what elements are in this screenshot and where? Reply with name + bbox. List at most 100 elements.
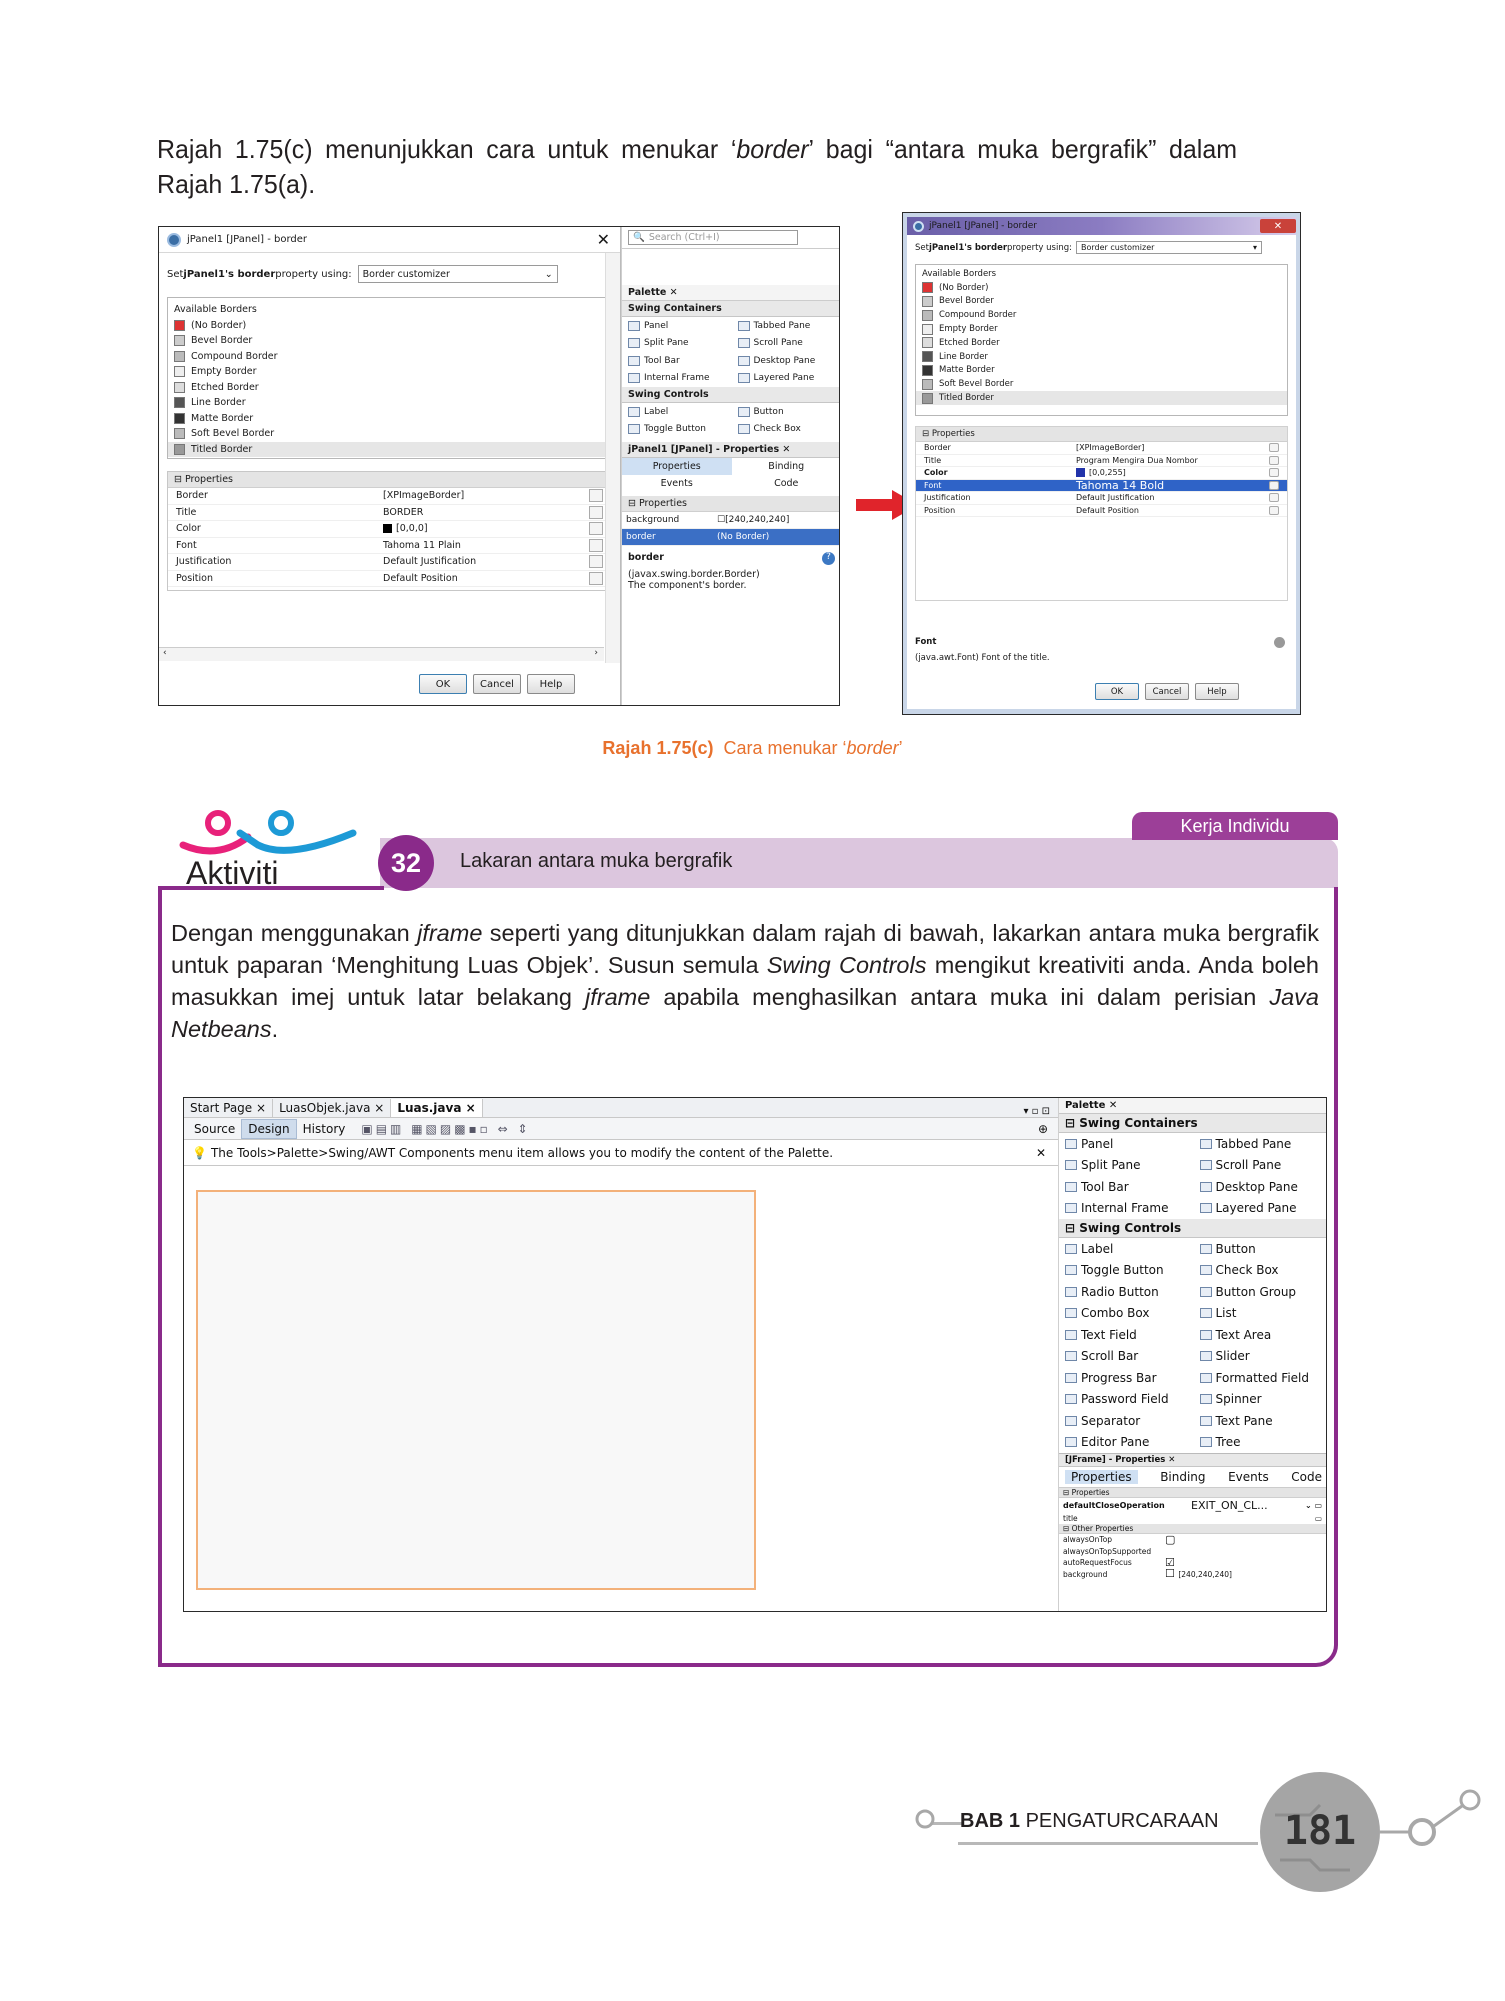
palette-item[interactable]: Radio Button [1059,1281,1194,1303]
property-editor-button[interactable] [589,505,603,519]
palette-item[interactable]: Button [732,403,840,421]
palette-item[interactable]: Layered Pane [1194,1198,1327,1220]
palette-item[interactable]: Progress Bar [1059,1367,1194,1389]
palette-item[interactable]: Spinner [1194,1389,1327,1411]
property-row[interactable]: Justification Default Justification [168,554,611,571]
border-option[interactable]: Empty Border [168,364,611,380]
other-property-row[interactable]: alwaysOnTopSupported [1059,1546,1326,1558]
vertical-scrollbar[interactable] [605,253,620,663]
palette-item[interactable]: Text Area [1194,1324,1327,1346]
palette-item[interactable]: Button Group [1194,1281,1327,1303]
property-editor-button[interactable] [589,522,603,536]
prop-row-default-close[interactable]: defaultCloseOperation EXIT_ON_CL... ⌄ ▭ [1059,1498,1326,1512]
palette-item[interactable]: Check Box [732,421,840,439]
properties-tab[interactable]: jPanel1 [JPanel] - Properties ✕ [622,442,839,458]
property-row[interactable]: Border [XPImageBorder] [916,442,1287,455]
customizer-select[interactable]: Border customizer ⌄ [357,265,558,283]
close-tip-icon[interactable]: ✕ [1036,1146,1046,1160]
border-option[interactable]: Line Border [916,350,1287,364]
palette-item[interactable]: Layered Pane [732,370,840,388]
source-button[interactable]: Source [188,1120,241,1138]
palette-item[interactable]: Tabbed Pane [1194,1133,1327,1155]
tab-code[interactable]: Code [732,475,840,492]
property-editor-button[interactable] [1269,493,1279,503]
properties-tab[interactable]: [JFrame] - Properties ✕ [1059,1453,1326,1467]
palette-item[interactable]: Button [1194,1238,1327,1260]
border-option[interactable]: Soft Bevel Border [168,426,611,442]
border-option[interactable]: Empty Border [916,322,1287,336]
property-editor-button[interactable] [1269,455,1279,465]
palette-item[interactable]: Text Field [1059,1324,1194,1346]
palette-item[interactable]: Separator [1059,1410,1194,1432]
border-option[interactable]: Compound Border [916,308,1287,322]
close-icon[interactable]: ✕ [1260,219,1296,233]
other-property-row[interactable]: alwaysOnTop ▢ [1059,1534,1326,1546]
property-row[interactable]: Color [0,0,0] [168,521,611,538]
palette-item[interactable]: Scroll Pane [1194,1155,1327,1177]
property-row[interactable]: Font Tahoma 11 Plain [168,538,611,554]
palette-item[interactable]: Panel [622,317,732,335]
palette-item[interactable]: Label [1059,1238,1194,1260]
prop-row-border[interactable]: border (No Border) [622,529,839,546]
design-button[interactable]: Design [241,1118,297,1139]
palette-item[interactable]: Scroll Bar [1059,1346,1194,1368]
palette-item[interactable]: Desktop Pane [1194,1176,1327,1198]
tab-events[interactable]: Events [1228,1470,1269,1484]
palette-item[interactable]: Slider [1194,1346,1327,1368]
palette-item[interactable]: Label [622,403,732,421]
close-tab-icon[interactable]: × [252,1101,266,1115]
tab-binding[interactable]: Binding [732,458,840,475]
history-button[interactable]: History [297,1120,352,1138]
help-button[interactable]: Help [1195,683,1239,700]
palette-item[interactable]: List [1194,1303,1327,1325]
palette-item[interactable]: Tabbed Pane [732,317,840,335]
close-tab-icon[interactable]: × [461,1101,476,1115]
swing-controls-header[interactable]: ⊟ Swing Controls [1059,1219,1326,1238]
palette-item[interactable]: Editor Pane [1059,1432,1194,1454]
property-editor-button[interactable] [589,489,603,503]
property-row[interactable]: Font Tahoma 14 Bold [916,479,1287,492]
palette-item[interactable]: Password Field [1059,1389,1194,1411]
property-editor-button[interactable] [1269,468,1279,478]
editor-tab[interactable]: LuasObjek.java × [273,1099,392,1117]
property-editor-button[interactable] [1269,480,1279,490]
help-icon[interactable]: ? [822,552,835,565]
property-editor-button[interactable] [1269,443,1279,453]
cancel-button[interactable]: Cancel [1145,683,1189,700]
other-property-row[interactable]: autoRequestFocus ☑ [1059,1557,1326,1569]
property-editor-button[interactable] [589,538,603,552]
border-option[interactable]: Matte Border [168,411,611,427]
palette-item[interactable]: Tool Bar [1059,1176,1194,1198]
palette-item[interactable]: Combo Box [1059,1303,1194,1325]
horizontal-scrollbar[interactable]: ‹ › [159,647,604,661]
property-row[interactable]: Position Default Position [916,505,1287,517]
property-row[interactable]: Title BORDER [168,505,611,521]
close-tab-icon[interactable]: × [370,1101,384,1115]
property-row[interactable]: Title Program Mengira Dua Nombor [916,455,1287,467]
palette-item[interactable]: Panel [1059,1133,1194,1155]
palette-tab[interactable]: Palette ✕ [1059,1098,1326,1114]
property-row[interactable]: Color [0,0,255] [916,467,1287,480]
border-option[interactable]: Bevel Border [916,295,1287,309]
cancel-button[interactable]: Cancel [473,674,521,694]
border-option[interactable]: Titled Border [916,391,1287,405]
ok-button[interactable]: OK [1095,683,1139,700]
property-editor-button[interactable] [1269,505,1279,515]
palette-tab[interactable]: Palette ✕ [622,285,839,301]
palette-item[interactable]: Toggle Button [622,421,732,439]
ok-button[interactable]: OK [419,674,467,694]
toolbar-tool-icons[interactable]: ▣▤▥ ▦▧▨▩▪▫ ⇔ ⇕ [361,1122,530,1136]
property-row[interactable]: Border [XPImageBorder] [168,488,611,505]
palette-item[interactable]: Desktop Pane [732,352,840,370]
swing-containers-header[interactable]: Swing Containers [622,301,839,317]
border-option[interactable]: Etched Border [168,380,611,396]
jframe-design-canvas[interactable] [196,1190,756,1590]
border-option[interactable]: Soft Bevel Border [916,377,1287,391]
border-option[interactable]: Compound Border [168,349,611,365]
palette-item[interactable]: Tool Bar [622,352,732,370]
palette-item[interactable]: Toggle Button [1059,1260,1194,1282]
property-editor-button[interactable] [589,555,603,569]
window-controls-icon[interactable]: ▾ ▫ ⊡ [1023,1106,1050,1117]
border-option[interactable]: Matte Border [916,364,1287,378]
other-property-row[interactable]: background ☐ [240,240,240] [1059,1568,1326,1581]
